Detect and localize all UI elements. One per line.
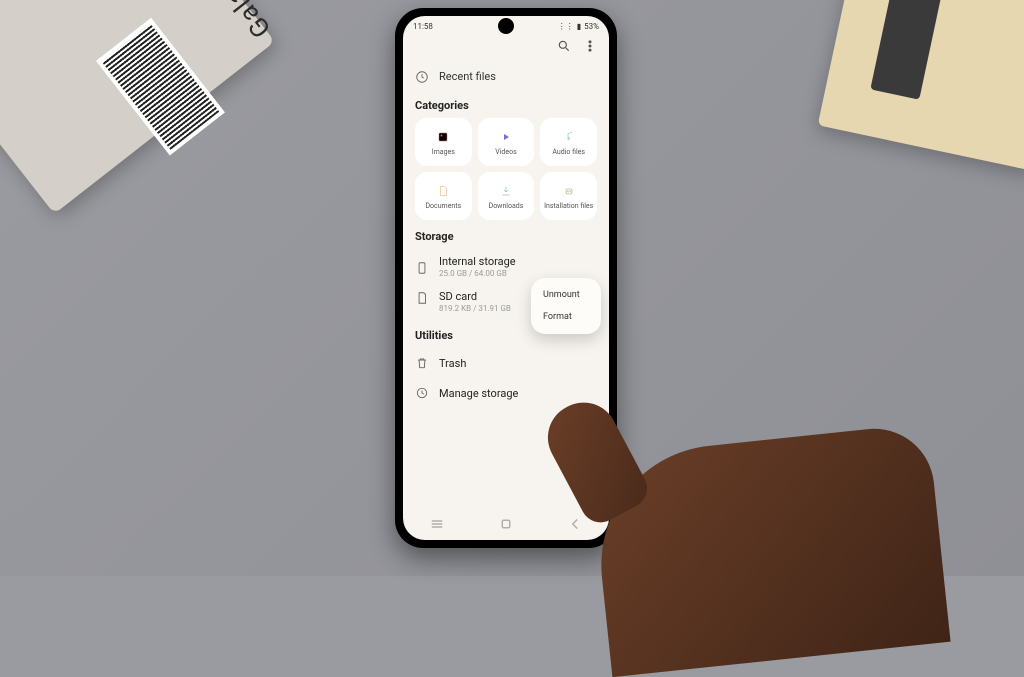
category-label: Installation files xyxy=(544,202,593,210)
hinge-graphic xyxy=(870,0,944,100)
back-button[interactable] xyxy=(566,515,584,533)
home-button[interactable] xyxy=(497,515,515,533)
storage-header: Storage xyxy=(415,230,597,243)
phone-screen: 11:58 ⋮⋮ ▮ 53% Recent files xyxy=(403,16,609,540)
sd-card-sub: 819.2 KB / 31.91 GB xyxy=(439,304,511,313)
more-icon[interactable] xyxy=(583,39,597,53)
audio-icon xyxy=(561,129,577,145)
downloads-icon xyxy=(498,183,514,199)
menu-format[interactable]: Format xyxy=(531,306,601,328)
category-downloads[interactable]: Downloads xyxy=(478,172,535,220)
category-label: Downloads xyxy=(489,202,524,210)
category-label: Images xyxy=(432,148,455,156)
categories-grid: Images Videos Audio files Documents Down… xyxy=(415,118,597,220)
signal-icon: ▮ xyxy=(577,22,581,31)
category-audio[interactable]: Audio files xyxy=(540,118,597,166)
category-videos[interactable]: Videos xyxy=(478,118,535,166)
recents-button[interactable] xyxy=(428,515,446,533)
phone-frame: 11:58 ⋮⋮ ▮ 53% Recent files xyxy=(395,8,617,548)
recent-files-row[interactable]: Recent files xyxy=(415,63,597,89)
category-images[interactable]: Images xyxy=(415,118,472,166)
clock-icon xyxy=(415,69,429,83)
sd-card-title: SD card xyxy=(439,290,511,303)
internal-storage-sub: 25.0 GB / 64.00 GB xyxy=(439,269,516,278)
search-icon[interactable] xyxy=(557,39,571,53)
category-label: Documents xyxy=(425,202,461,210)
documents-icon xyxy=(435,183,451,199)
phone-storage-icon xyxy=(415,260,429,274)
images-icon xyxy=(435,129,451,145)
svg-text:APK: APK xyxy=(566,190,571,193)
category-label: Audio files xyxy=(552,148,585,156)
manage-storage-row[interactable]: Manage storage xyxy=(415,378,597,408)
status-time: 11:58 xyxy=(413,22,433,31)
category-label: Videos xyxy=(495,148,516,156)
apk-icon: APK xyxy=(561,183,577,199)
trash-icon xyxy=(415,356,429,370)
trash-label: Trash xyxy=(439,357,466,370)
sd-card-context-menu: Unmount Format xyxy=(531,278,601,334)
product-box-label: Galaxy A06 xyxy=(167,0,277,43)
manage-storage-label: Manage storage xyxy=(439,387,518,400)
categories-header: Categories xyxy=(415,99,597,112)
internal-storage-title: Internal storage xyxy=(439,255,516,268)
recent-files-label: Recent files xyxy=(439,70,496,83)
menu-unmount[interactable]: Unmount xyxy=(531,284,601,306)
category-apk[interactable]: APK Installation files xyxy=(540,172,597,220)
battery-label: 53% xyxy=(584,22,599,31)
category-documents[interactable]: Documents xyxy=(415,172,472,220)
my-files-app: Recent files Categories Images Videos Au… xyxy=(403,33,609,408)
sd-card-row[interactable]: SD card 819.2 KB / 31.91 GB Unmount Form… xyxy=(415,284,597,319)
videos-icon xyxy=(498,129,514,145)
camera-notch xyxy=(498,18,514,34)
wifi-icon: ⋮⋮ xyxy=(558,22,574,31)
sd-card-icon xyxy=(415,290,429,304)
android-navbar xyxy=(403,512,609,536)
trash-row[interactable]: Trash xyxy=(415,348,597,378)
manage-storage-icon xyxy=(415,386,429,400)
app-topbar xyxy=(415,33,597,63)
